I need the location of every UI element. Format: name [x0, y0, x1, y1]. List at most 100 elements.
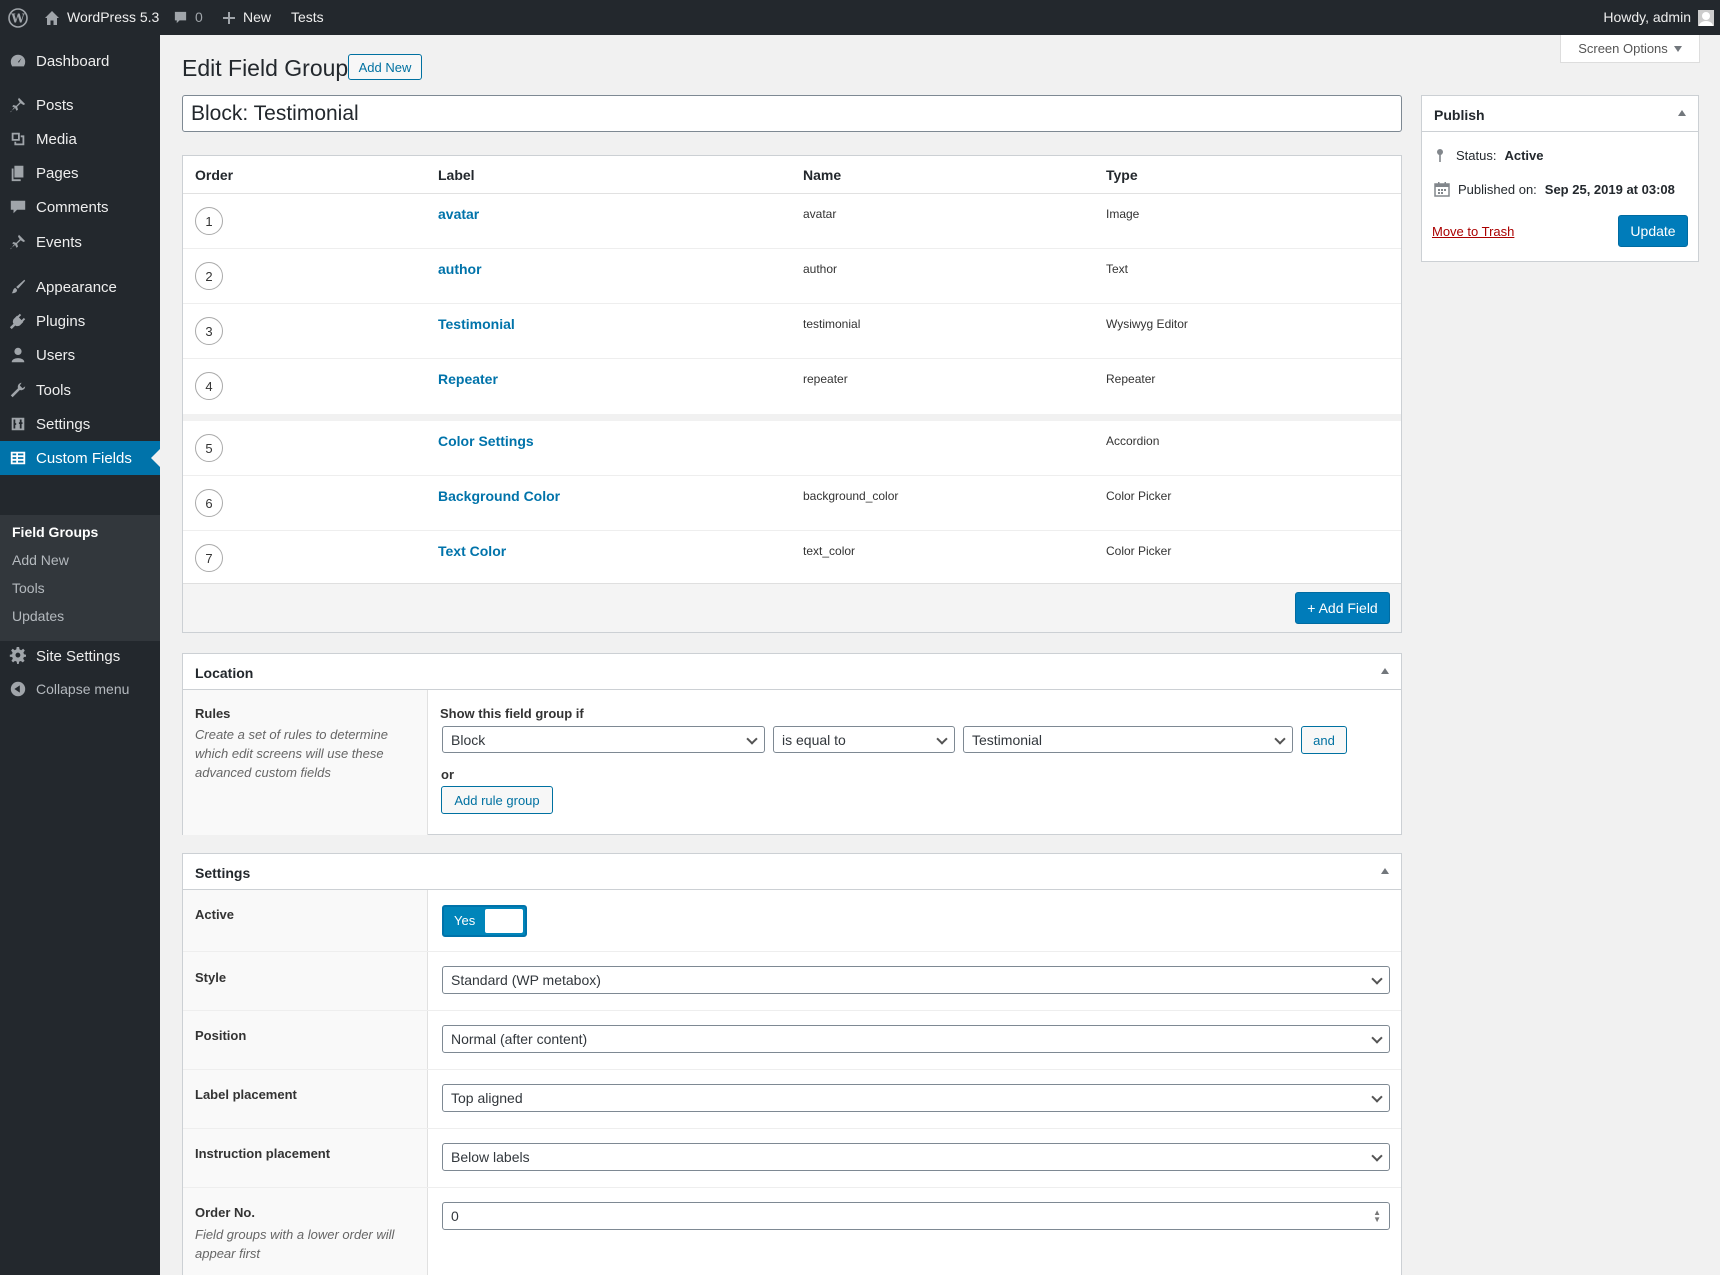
label-placement-select[interactable]: Top aligned: [442, 1084, 1390, 1112]
order-number[interactable]: 3: [195, 317, 223, 345]
move-to-trash-link[interactable]: Move to Trash: [1432, 224, 1514, 239]
collapse-toggle-icon[interactable]: [1381, 668, 1389, 674]
rule-value-select[interactable]: Testimonial: [963, 726, 1293, 753]
order-number[interactable]: 7: [195, 544, 223, 572]
comments-count: 0: [195, 9, 203, 25]
submenu-updates[interactable]: Updates: [12, 608, 64, 624]
publish-header[interactable]: Publish: [1422, 96, 1698, 132]
spinner-arrows-icon[interactable]: ▲ ▼: [1373, 1209, 1381, 1224]
field-row[interactable]: 6 Background Color background_color Colo…: [183, 476, 1401, 531]
field-name: text_color: [803, 544, 856, 558]
field-type: Color Picker: [1106, 489, 1172, 503]
and-rule-button[interactable]: and: [1301, 726, 1347, 754]
field-group-title-input[interactable]: Block: Testimonial: [182, 95, 1402, 132]
rule-operator-select[interactable]: is equal to: [773, 726, 955, 753]
menu-item-users[interactable]: Users: [0, 338, 160, 372]
field-name: author: [803, 262, 838, 276]
or-label: or: [441, 767, 454, 782]
add-field-button[interactable]: + Add Field: [1295, 592, 1390, 624]
new-content-link[interactable]: New: [222, 0, 271, 35]
submenu-add-new[interactable]: Add New: [12, 552, 69, 568]
instruction-placement-select[interactable]: Below labels: [442, 1143, 1390, 1171]
menu-label: Posts: [36, 96, 74, 114]
rule-value-value: Testimonial: [972, 731, 1043, 748]
add-new-button[interactable]: Add New: [348, 54, 422, 80]
howdy-text: Howdy, admin: [1603, 9, 1691, 25]
menu-item-dashboard[interactable]: Dashboard: [0, 44, 160, 78]
menu-item-site-settings[interactable]: Site Settings: [0, 639, 160, 673]
status-value: Active: [1504, 147, 1544, 163]
site-name: WordPress 5.3: [67, 9, 160, 25]
sliders-icon: [0, 415, 36, 433]
order-label: Order No.: [195, 1205, 255, 1220]
submenu-tools[interactable]: Tools: [12, 580, 45, 596]
style-value: Standard (WP metabox): [451, 972, 601, 988]
add-rule-group-button[interactable]: Add rule group: [441, 786, 553, 814]
field-row[interactable]: 7 Text Color text_color Color Picker: [183, 531, 1401, 586]
field-type: Image: [1106, 207, 1140, 221]
style-select[interactable]: Standard (WP metabox): [442, 966, 1390, 994]
chevron-down-icon: [1371, 1032, 1383, 1044]
update-button[interactable]: Update: [1618, 215, 1688, 247]
admin-bar: W WordPress 5.3 0 New Tests Howdy, admin: [0, 0, 1720, 35]
toggle-knob: [485, 909, 523, 933]
menu-item-pages[interactable]: Pages: [0, 156, 160, 190]
menu-item-tools[interactable]: Tools: [0, 373, 160, 407]
collapse-menu-button[interactable]: Collapse menu: [0, 672, 160, 706]
menu-label: Appearance: [36, 278, 117, 296]
order-number[interactable]: 1: [195, 207, 223, 235]
order-number-input[interactable]: 0 ▲ ▼: [442, 1202, 1390, 1230]
field-row[interactable]: 5 Color Settings Accordion: [183, 421, 1401, 476]
field-label-link[interactable]: Background Color: [438, 488, 560, 504]
field-label-link[interactable]: avatar: [438, 206, 479, 222]
menu-item-settings[interactable]: Settings: [0, 407, 160, 441]
menu-label: Site Settings: [36, 647, 121, 665]
order-number[interactable]: 5: [195, 434, 223, 462]
column-name: Name: [803, 167, 842, 183]
submenu-field-groups[interactable]: Field Groups: [12, 524, 98, 540]
menu-item-plugins[interactable]: Plugins: [0, 304, 160, 338]
collapse-toggle-icon[interactable]: [1678, 110, 1686, 116]
collapse-toggle-icon[interactable]: [1381, 868, 1389, 874]
position-select[interactable]: Normal (after content): [442, 1025, 1390, 1053]
column-type: Type: [1106, 167, 1138, 183]
field-label-link[interactable]: author: [438, 261, 482, 277]
menu-item-custom-fields[interactable]: Custom Fields: [0, 441, 160, 475]
label-placement-label: Label placement: [195, 1087, 297, 1102]
order-label-cell: Order No. Field groups with a lower orde…: [183, 1188, 428, 1275]
menu-item-appearance[interactable]: Appearance: [0, 270, 160, 304]
order-number[interactable]: 2: [195, 262, 223, 290]
menu-item-posts[interactable]: Posts: [0, 88, 160, 122]
field-label-link[interactable]: Text Color: [438, 543, 506, 559]
rule-param-select[interactable]: Block: [442, 726, 765, 753]
menu-item-media[interactable]: Media: [0, 122, 160, 156]
comments-link[interactable]: 0: [173, 0, 203, 35]
field-label-link[interactable]: Testimonial: [438, 316, 515, 332]
new-label: New: [243, 9, 272, 25]
settings-header[interactable]: Settings: [183, 854, 1401, 890]
active-toggle-switch[interactable]: Yes: [442, 905, 527, 937]
field-label-link[interactable]: Color Settings: [438, 433, 534, 449]
field-row[interactable]: 3 Testimonial testimonial Wysiwyg Editor: [183, 304, 1401, 359]
setting-row-order: Order No. Field groups with a lower orde…: [183, 1187, 1401, 1275]
field-row[interactable]: 4 Repeater repeater Repeater: [183, 359, 1401, 421]
order-number[interactable]: 6: [195, 489, 223, 517]
my-account-link[interactable]: Howdy, admin: [1603, 0, 1714, 35]
column-order: Order: [195, 167, 234, 183]
pin-icon: [0, 96, 36, 114]
field-row[interactable]: 2 author author Text: [183, 249, 1401, 304]
field-row[interactable]: 1 avatar avatar Image: [183, 194, 1401, 249]
style-label-cell: Style: [183, 952, 428, 1010]
order-number[interactable]: 4: [195, 372, 223, 400]
site-name-link[interactable]: WordPress 5.3: [44, 0, 159, 35]
menu-item-comments[interactable]: Comments: [0, 190, 160, 224]
screen-options-button[interactable]: Screen Options: [1560, 35, 1700, 63]
field-label-link[interactable]: Repeater: [438, 371, 498, 387]
settings-box: Settings Active Yes Style Standard (WP m…: [182, 853, 1402, 1275]
location-header[interactable]: Location: [183, 654, 1401, 690]
menu-item-events[interactable]: Events: [0, 225, 160, 259]
wordpress-logo-icon[interactable]: W: [8, 0, 28, 35]
tests-link[interactable]: Tests: [291, 0, 324, 35]
show-if-label: Show this field group if: [440, 706, 584, 721]
main-content: Screen Options Edit Field Group Add New …: [160, 35, 1720, 1275]
